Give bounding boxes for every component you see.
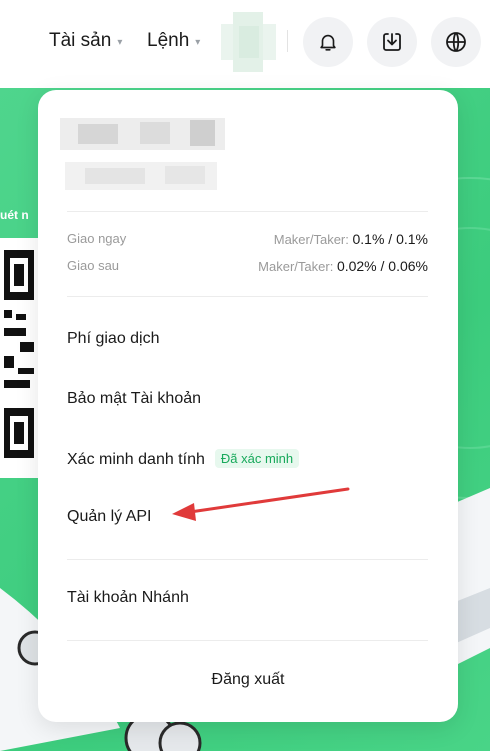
annotation-arrow: [172, 487, 350, 521]
